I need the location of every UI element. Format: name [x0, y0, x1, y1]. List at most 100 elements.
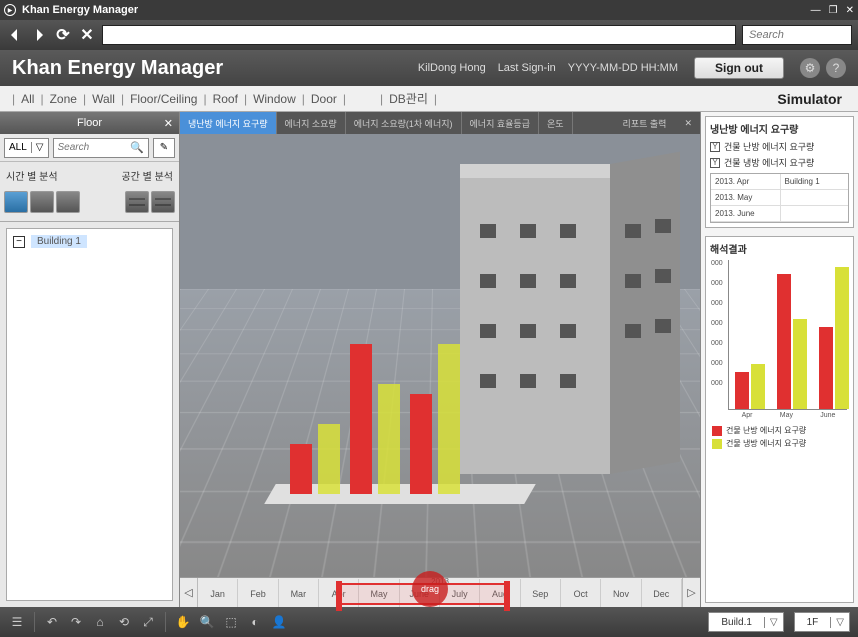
- view-mode-cube-1[interactable]: [4, 191, 28, 213]
- y-tick: 000: [711, 340, 723, 347]
- app-title: Khan Energy Manager: [12, 57, 223, 80]
- 3d-bars-overlay: [290, 334, 490, 494]
- help-icon[interactable]: ?: [826, 58, 846, 78]
- window-minimize-button[interactable]: —: [811, 5, 821, 16]
- vtab-consumption[interactable]: 에너지 소요량: [277, 112, 346, 134]
- vtab-temp[interactable]: 온도: [539, 112, 573, 134]
- zoom-in-icon[interactable]: 🔍: [198, 613, 216, 631]
- navbar-search-input[interactable]: [742, 25, 852, 45]
- demand-panel-title: 냉난방 에너지 요구량: [710, 121, 849, 136]
- floor-select[interactable]: 1F ▽: [794, 612, 850, 632]
- zoom-area-icon[interactable]: ⬚: [222, 613, 240, 631]
- chart-bar: [751, 364, 765, 409]
- y-tick: 000: [711, 360, 723, 367]
- window-titlebar: Khan Energy Manager — ❐ ✕: [0, 0, 858, 20]
- legend-swatch-yellow: [712, 439, 722, 449]
- vtab-primary[interactable]: 에너지 소요량(1차 에너지): [346, 112, 462, 134]
- cat-zone[interactable]: Zone: [46, 92, 81, 106]
- cat-roof[interactable]: Roof: [209, 92, 242, 106]
- refresh-icon[interactable]: ⟲: [115, 613, 133, 631]
- walk-icon[interactable]: 👤: [270, 613, 288, 631]
- x-label: May: [780, 412, 793, 419]
- checkbox-cooling-label: 건물 냉방 에너지 요구량: [724, 156, 814, 169]
- filter-all-dropdown[interactable]: ALL ▽: [4, 138, 49, 158]
- filter-all-label: ALL: [5, 142, 31, 153]
- vtab-demand[interactable]: 냉난방 에너지 요구량: [180, 112, 277, 134]
- view-mode-stack-1[interactable]: [125, 191, 149, 213]
- nav-forward-button[interactable]: [30, 26, 48, 44]
- sidebar-search-input[interactable]: [54, 142, 127, 153]
- building-select[interactable]: Build.1 ▽: [708, 612, 783, 632]
- last-signin-label: Last Sign-in: [498, 62, 556, 74]
- cat-window[interactable]: Window: [249, 92, 300, 106]
- timeline-next-button[interactable]: ▷: [682, 578, 700, 607]
- sidebar-search[interactable]: 🔍: [53, 138, 150, 158]
- result-chart: 000 000 000 000 000 000 000: [728, 260, 847, 410]
- x-label: Apr: [742, 412, 753, 419]
- expand-icon[interactable]: ⤢: [139, 613, 157, 631]
- legend-cooling: 건물 냉방 에너지 요구량: [726, 438, 806, 449]
- bottom-toolbar: ☰ ↶ ↷ ⌂ ⟲ ⤢ ✋ 🔍 ⬚ ◐ 👤 Build.1 ▽ 1F ▽: [0, 607, 858, 637]
- timeline-months[interactable]: 2013 Jan Feb Mar Apr May June July Aug S…: [198, 579, 682, 607]
- left-sidebar: Floor ✕ ALL ▽ 🔍 ✎ 시간 별 분석 공간 별 분석: [0, 112, 180, 607]
- date-cell: 2013. June: [711, 206, 780, 222]
- vtab-rating[interactable]: 에너지 효율등급: [462, 112, 539, 134]
- y-tick: 000: [711, 260, 723, 267]
- y-tick: 000: [711, 280, 723, 287]
- chart-bar: [819, 327, 833, 410]
- settings-gear-icon[interactable]: ⚙: [800, 58, 820, 78]
- sign-out-button[interactable]: Sign out: [694, 57, 784, 79]
- cat-floor-ceiling[interactable]: Floor/Ceiling: [126, 92, 201, 106]
- right-sidebar: 냉난방 에너지 요구량 Y 건물 난방 에너지 요구량 Y 건물 냉방 에너지 …: [700, 112, 858, 607]
- browser-navbar: ⟳ ✕: [0, 20, 858, 50]
- window-close-button[interactable]: ✕: [846, 5, 854, 16]
- checkbox-cooling[interactable]: Y 건물 냉방 에너지 요구량: [710, 156, 849, 169]
- chart-bar: [835, 267, 849, 410]
- y-tick: 000: [711, 300, 723, 307]
- report-output-button[interactable]: 리포트 출력: [613, 117, 677, 130]
- left-panel-close-icon[interactable]: ✕: [164, 117, 173, 130]
- home-icon[interactable]: ⌂: [91, 613, 109, 631]
- 3d-viewport[interactable]: [180, 134, 700, 577]
- tree-collapse-icon[interactable]: −: [13, 236, 25, 248]
- checkbox-icon: Y: [710, 142, 720, 152]
- x-label: June: [820, 412, 835, 419]
- left-panel-header: Floor ✕: [0, 112, 179, 134]
- tree-item-building-1[interactable]: − Building 1: [13, 235, 166, 248]
- redo-icon[interactable]: ↷: [67, 613, 85, 631]
- menu-icon[interactable]: ☰: [8, 613, 26, 631]
- window-title: Khan Energy Manager: [22, 4, 138, 16]
- nav-back-button[interactable]: [6, 26, 24, 44]
- nav-reload-button[interactable]: ⟳: [54, 26, 72, 44]
- chart-bar: [735, 372, 749, 410]
- cat-db[interactable]: DB관리: [385, 90, 432, 107]
- window-maximize-button[interactable]: ❐: [829, 5, 838, 16]
- chart-bar: [777, 274, 791, 409]
- checkbox-icon: Y: [710, 158, 720, 168]
- vtabs-close-icon[interactable]: ✕: [676, 118, 700, 129]
- view-mode-stack-2[interactable]: [151, 191, 175, 213]
- checkbox-heating-label: 건물 난방 에너지 요구량: [724, 140, 814, 153]
- cat-wall[interactable]: Wall: [88, 92, 119, 106]
- nav-stop-button[interactable]: ✕: [78, 26, 96, 44]
- search-icon[interactable]: 🔍: [126, 141, 148, 154]
- lasso-tool-icon[interactable]: ✎: [153, 138, 175, 158]
- timeline-prev-button[interactable]: ◁: [180, 578, 198, 607]
- y-tick: 000: [711, 320, 723, 327]
- chevron-down-icon: ▽: [31, 142, 48, 153]
- cat-all[interactable]: All: [17, 92, 38, 106]
- url-bar[interactable]: [102, 25, 736, 45]
- date-building-table: 2013. Apr 2013. May 2013. June Building …: [710, 173, 849, 223]
- viewport-area: 냉난방 에너지 요구량 에너지 소요량 에너지 소요량(1차 에너지) 에너지 …: [180, 112, 700, 607]
- last-signin-value: YYYY-MM-DD HH:MM: [568, 62, 678, 74]
- tree-item-label: Building 1: [31, 235, 87, 248]
- undo-icon[interactable]: ↶: [43, 613, 61, 631]
- cat-door[interactable]: Door: [307, 92, 341, 106]
- view-mode-cube-3[interactable]: [56, 191, 80, 213]
- y-tick: 000: [711, 380, 723, 387]
- checkbox-heating[interactable]: Y 건물 난방 에너지 요구량: [710, 140, 849, 153]
- pan-icon[interactable]: ✋: [174, 613, 192, 631]
- view-mode-cube-2[interactable]: [30, 191, 54, 213]
- orbit-icon[interactable]: ◐: [246, 613, 264, 631]
- chart-legend: 건물 난방 에너지 요구량 건물 냉방 에너지 요구량: [712, 425, 847, 449]
